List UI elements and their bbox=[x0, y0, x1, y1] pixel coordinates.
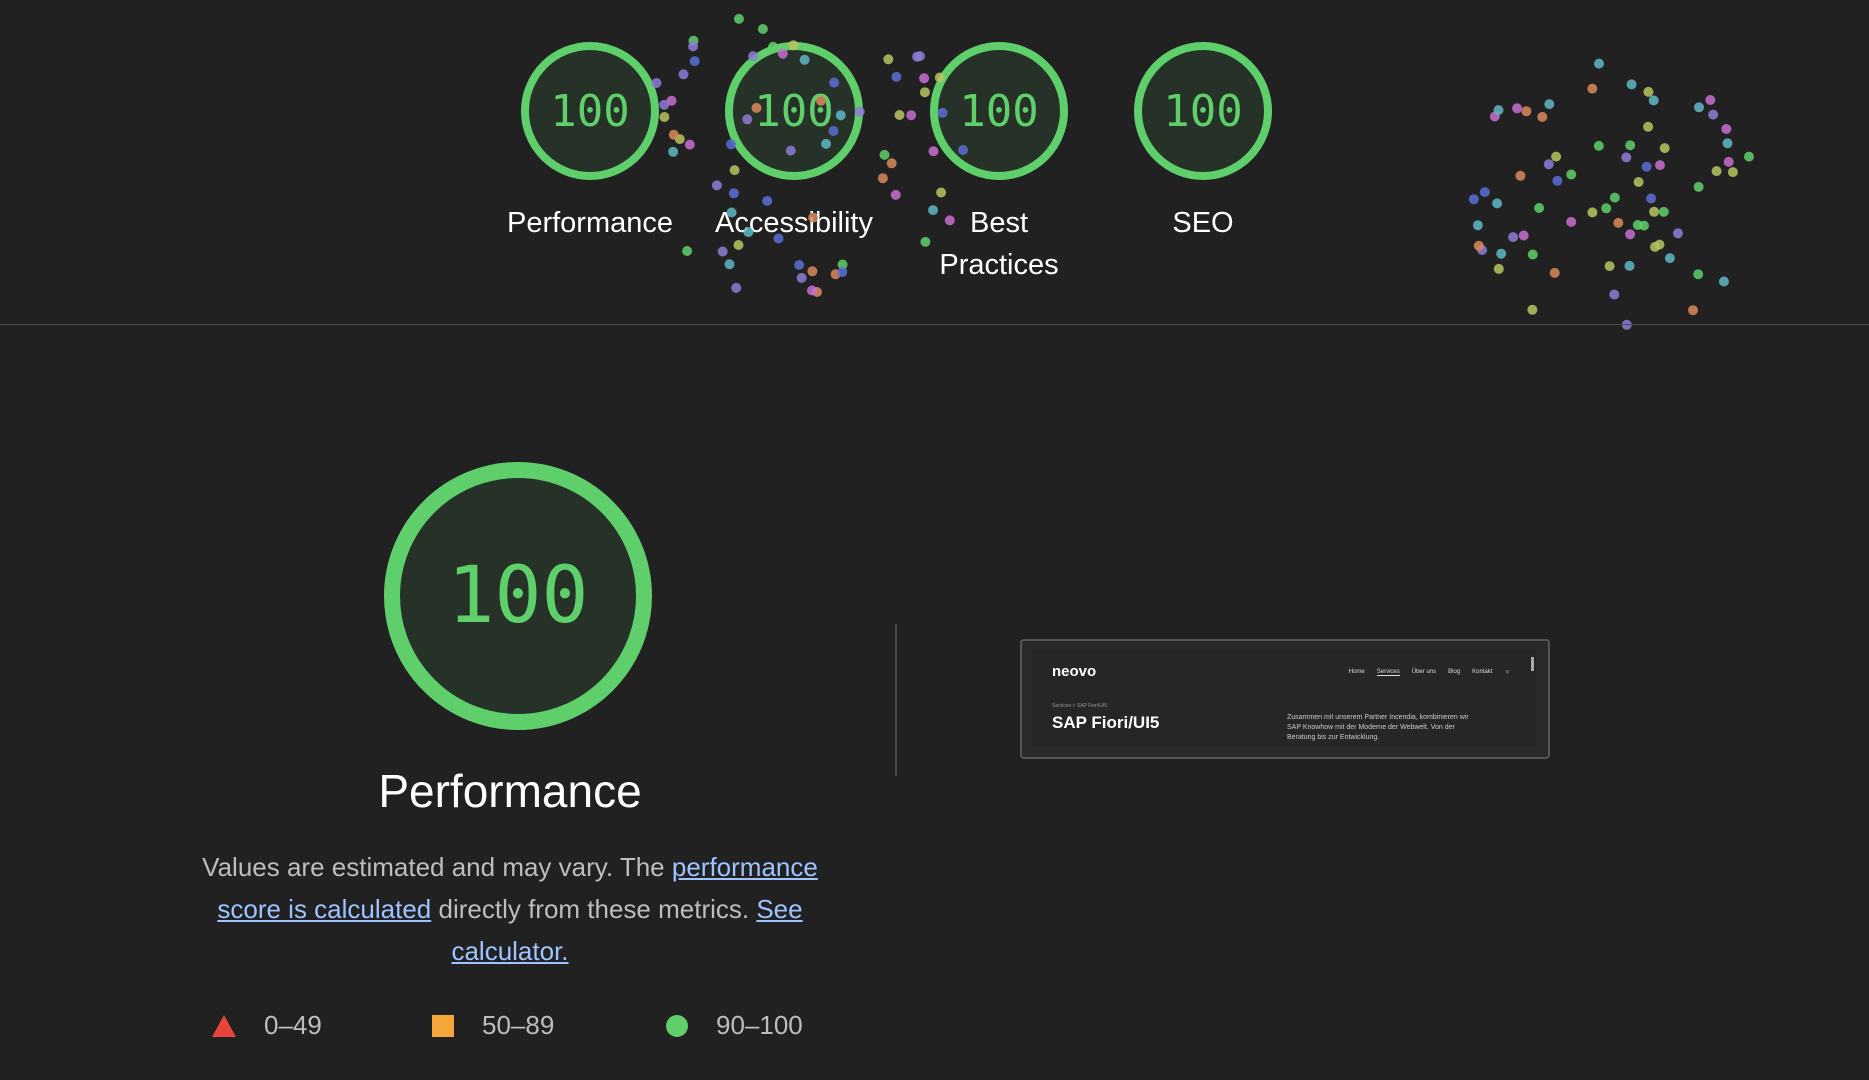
thumbnail-page: neovo Home Services Über uns Blog Kontak… bbox=[1032, 649, 1536, 747]
final-screenshot-thumbnail[interactable]: neovo Home Services Über uns Blog Kontak… bbox=[1020, 639, 1550, 759]
circle-icon bbox=[666, 1014, 688, 1037]
gauge-ring: 100 bbox=[1134, 42, 1272, 180]
gauge-seo[interactable]: 100 SEO bbox=[1103, 42, 1303, 244]
site-nav: Home Services Über uns Blog Kontakt ☼ bbox=[1349, 669, 1510, 676]
section-divider bbox=[895, 624, 897, 776]
legend-range: 0–49 bbox=[264, 1010, 322, 1040]
gauge-ring: 100 bbox=[725, 42, 863, 180]
nav-blog: Blog bbox=[1448, 669, 1461, 675]
gauge-label: SEO bbox=[1172, 207, 1234, 239]
gauge-best-practices[interactable]: 100 Best Practices bbox=[899, 42, 1099, 286]
site-heading: SAP Fiori/UI5 bbox=[1052, 713, 1160, 732]
triangle-icon bbox=[212, 1014, 236, 1037]
nav-contact: Kontakt bbox=[1472, 669, 1493, 675]
category-title: Performance bbox=[378, 765, 642, 817]
gauge-label: Accessibility bbox=[715, 207, 873, 239]
category-description: Values are estimated and may vary. The p… bbox=[180, 846, 840, 972]
desc-middle: directly from these metrics. bbox=[431, 894, 757, 924]
square-icon bbox=[432, 1014, 454, 1037]
legend-range: 50–89 bbox=[482, 1010, 555, 1040]
desc-prefix: Values are estimated and may vary. The bbox=[202, 852, 672, 882]
legend-item-average: 50–89 bbox=[432, 1010, 554, 1041]
performance-score-gauge: 100 bbox=[384, 462, 652, 730]
legend-item-fail: 0–49 bbox=[212, 1010, 322, 1041]
site-paragraph: Zusammen mit unserem Partner Incendia, k… bbox=[1287, 714, 1469, 741]
gauge-label: Performance bbox=[506, 207, 673, 239]
nav-about: Über uns bbox=[1411, 669, 1437, 675]
score-legend: 0–49 50–89 90–100 bbox=[0, 1010, 900, 1050]
header-divider bbox=[0, 324, 1869, 325]
gauge-ring: 100 bbox=[930, 42, 1068, 180]
gauge-performance[interactable]: 100 Performance bbox=[490, 42, 690, 244]
site-logo: neovo bbox=[1052, 663, 1097, 680]
thumbnail-scrollbar bbox=[1531, 657, 1534, 671]
gauge-ring: 100 bbox=[521, 42, 659, 180]
gauge-label: Best Practices bbox=[939, 207, 1059, 281]
legend-item-pass: 90–100 bbox=[666, 1010, 803, 1041]
theme-toggle-icon: ☼ bbox=[1504, 669, 1511, 675]
site-breadcrumb: Services > SAP Fiori/UI5 bbox=[1052, 703, 1108, 709]
nav-home: Home bbox=[1348, 669, 1365, 675]
gauge-accessibility[interactable]: 100 Accessibility bbox=[694, 42, 894, 244]
nav-services: Services bbox=[1376, 669, 1400, 676]
summary-gauges: 100 Performance 100 Accessibility 100 Be… bbox=[0, 0, 1869, 324]
legend-range: 90–100 bbox=[716, 1010, 803, 1040]
